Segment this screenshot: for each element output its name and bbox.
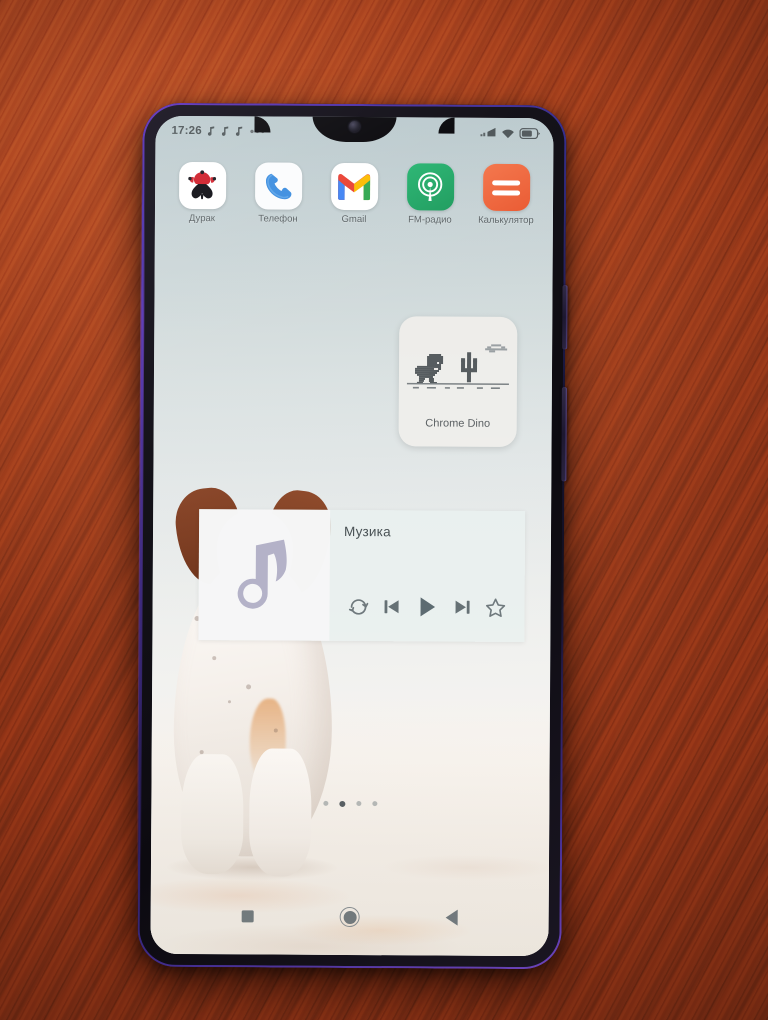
music-note-icon — [236, 126, 243, 136]
page-dot[interactable] — [356, 801, 362, 807]
phone-screen: 17:26 ••• — [150, 115, 554, 957]
wifi-icon — [502, 129, 514, 138]
dog-spot — [227, 700, 231, 704]
page-dot[interactable] — [323, 800, 329, 806]
cloud-icon — [485, 344, 508, 353]
recents-button[interactable] — [230, 898, 266, 934]
volume-rocker-button[interactable] — [561, 387, 567, 482]
gmail-m-icon[interactable] — [330, 162, 378, 211]
circle-icon — [339, 906, 360, 928]
skip-next-icon[interactable] — [452, 597, 473, 618]
music-widget-body: Музика — [329, 510, 525, 642]
status-time: 17:26 — [171, 124, 202, 138]
music-title: Музика — [343, 523, 391, 540]
app-label: Дурак — [188, 212, 215, 225]
music-album-art[interactable] — [198, 509, 331, 641]
music-player-widget[interactable]: Музика — [198, 509, 526, 643]
play-icon[interactable] — [414, 594, 439, 619]
playing-card-jester-icon[interactable] — [178, 161, 226, 210]
equals-sign-icon[interactable] — [482, 163, 530, 212]
app-calculator[interactable]: Калькулятор — [473, 163, 539, 227]
back-button[interactable] — [434, 900, 470, 936]
app-label: Телефон — [258, 213, 298, 225]
ground-line-icon — [406, 382, 509, 390]
page-dot-active[interactable] — [339, 800, 346, 807]
triangle-left-icon — [445, 909, 458, 926]
power-button[interactable] — [562, 285, 568, 350]
home-dot — [343, 910, 357, 924]
dog-spot — [212, 656, 217, 661]
trex-dino-icon — [414, 353, 444, 385]
skip-previous-icon[interactable] — [382, 596, 403, 617]
square-icon — [241, 910, 254, 923]
app-label: Gmail — [341, 213, 367, 226]
app-label: FM-радио — [408, 214, 452, 226]
chrome-dino-widget[interactable]: Chrome Dino — [398, 316, 518, 448]
music-controls — [343, 594, 512, 632]
repeat-icon[interactable] — [348, 595, 370, 617]
music-note-icon — [208, 125, 215, 136]
cactus-icon — [461, 352, 478, 383]
radio-broadcast-icon[interactable] — [406, 163, 454, 211]
page-dot[interactable] — [372, 801, 378, 807]
smartphone-device: 17:26 ••• — [136, 102, 568, 970]
navigation-bar — [151, 894, 549, 940]
app-fm-radio[interactable]: FM-радио — [397, 163, 463, 226]
app-telefon[interactable]: Телефон — [245, 162, 311, 225]
dog-leg-right — [248, 748, 312, 877]
phone-handset-icon[interactable] — [254, 162, 302, 210]
dog-spot — [273, 728, 278, 733]
status-bar-left: 17:26 ••• — [171, 124, 266, 138]
battery-icon — [519, 127, 541, 139]
dog-spot — [246, 684, 252, 690]
music-note-icon — [222, 126, 229, 136]
app-gmail[interactable]: Gmail — [321, 162, 387, 226]
dog-spot — [199, 750, 204, 755]
app-label: Калькулятор — [478, 214, 534, 227]
home-screen-app-row: Дурак Телефон Gmail FM-радио Калькулятор — [155, 161, 553, 227]
star-outline-icon[interactable] — [484, 596, 506, 618]
dino-widget-label: Chrome Dino — [425, 417, 491, 430]
music-note-placeholder-icon — [237, 539, 287, 609]
status-bar-right — [480, 127, 541, 139]
home-button[interactable] — [332, 899, 368, 935]
dog-leg-left — [180, 753, 244, 875]
app-durak[interactable]: Дурак — [169, 161, 235, 225]
dino-game-art — [403, 322, 514, 416]
front-camera-icon — [348, 120, 361, 133]
signal-bars-icon — [480, 127, 496, 136]
